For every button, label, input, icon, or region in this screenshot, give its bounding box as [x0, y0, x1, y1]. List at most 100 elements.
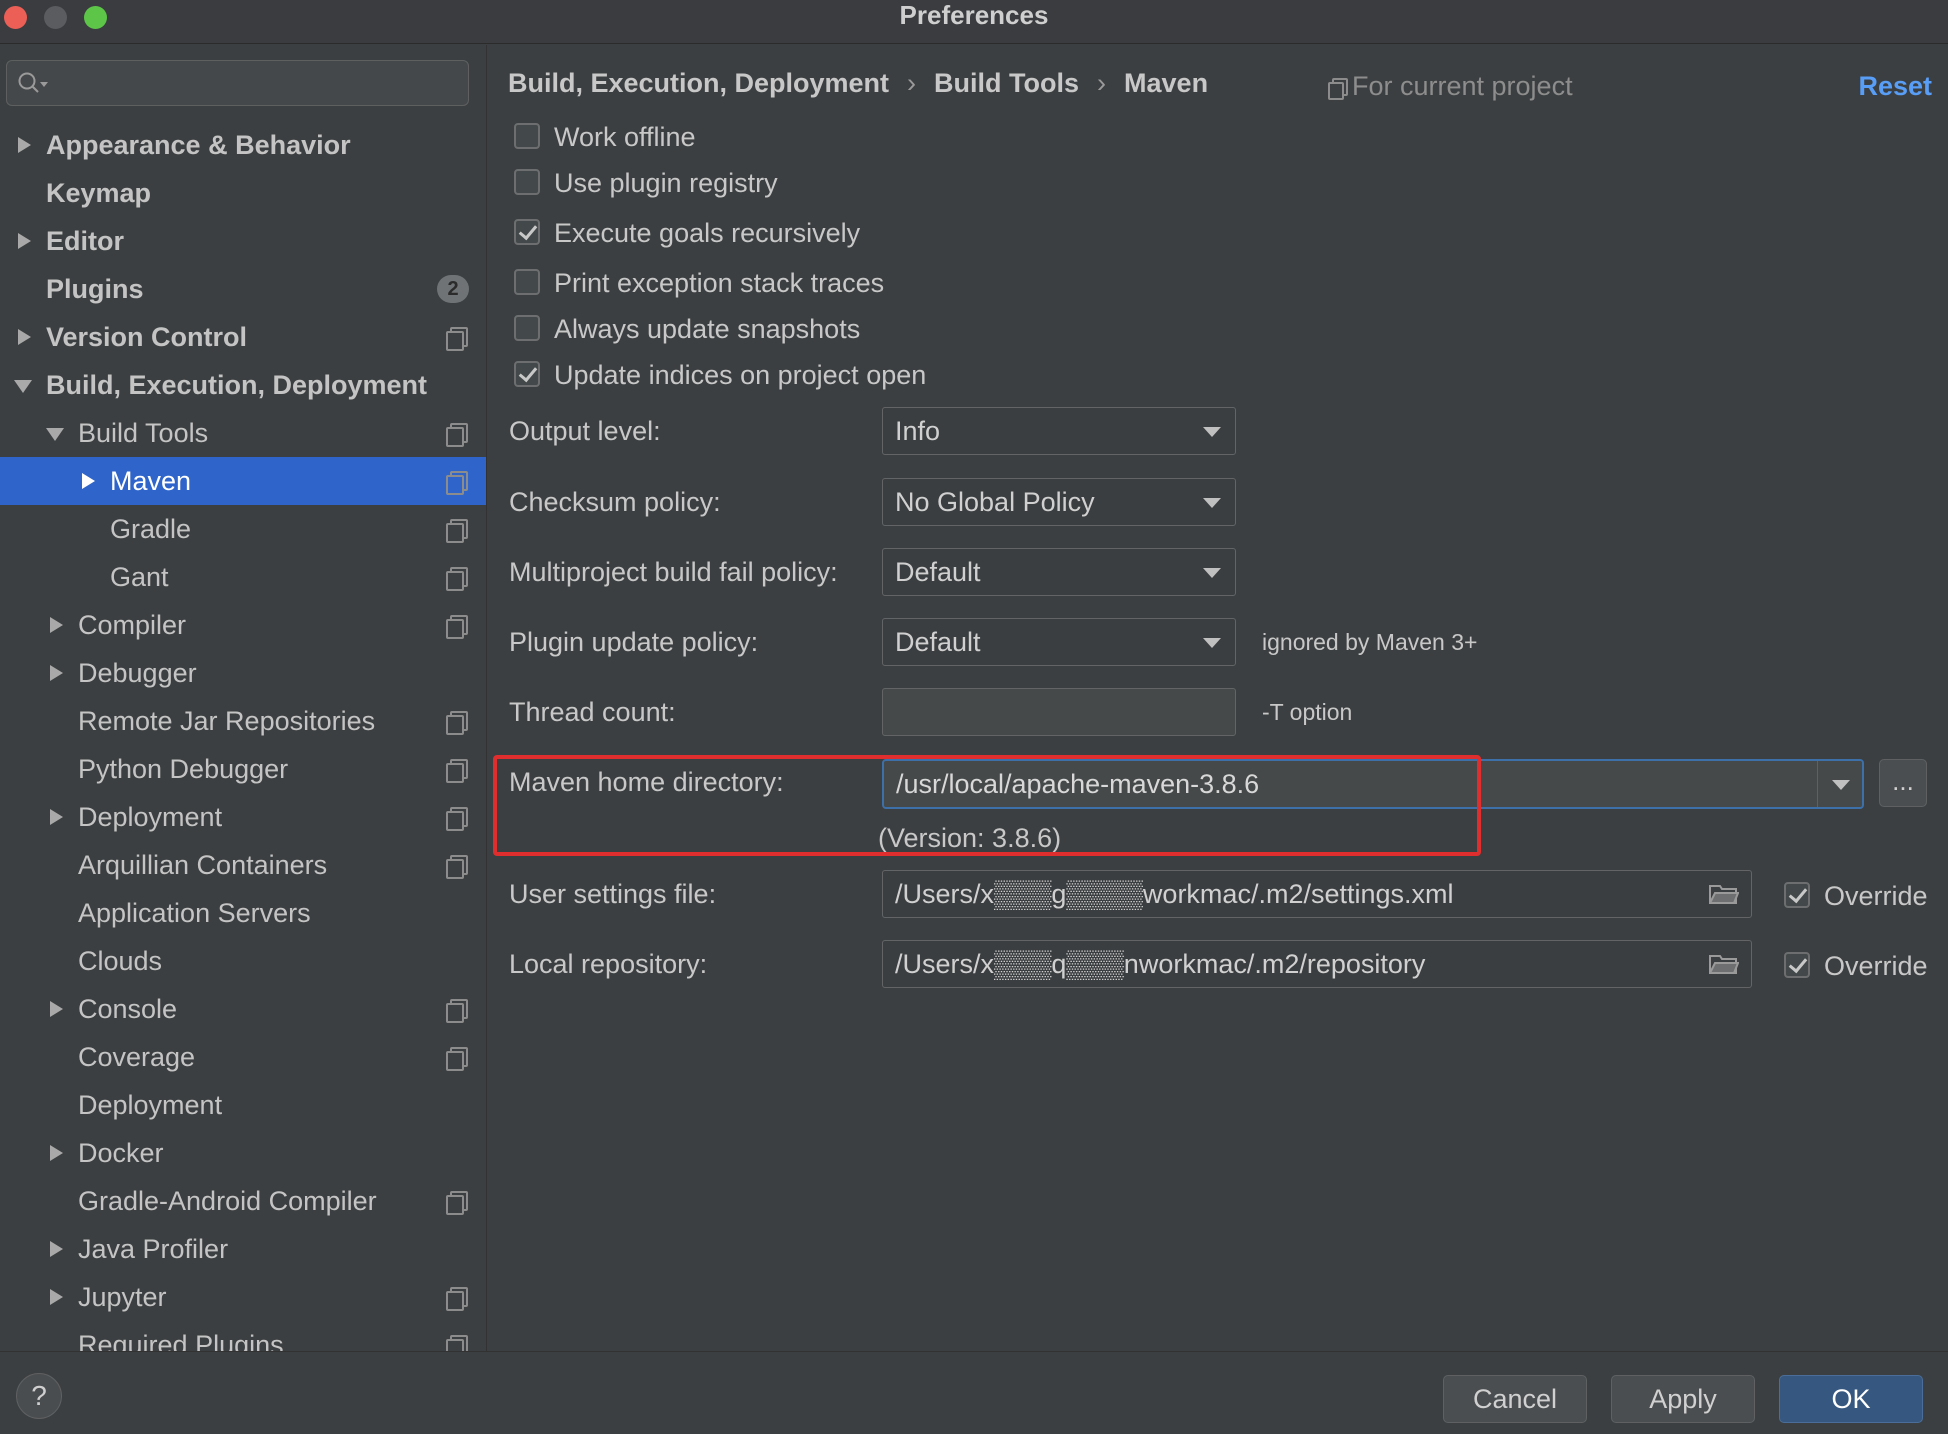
breadcrumb-build-execution[interactable]: Build, Execution, Deployment: [508, 68, 889, 98]
plugin-update-policy-select[interactable]: Default: [882, 618, 1236, 666]
window-title: Preferences: [899, 0, 1049, 30]
multiproject-policy-select[interactable]: Default: [882, 548, 1236, 596]
cancel-button[interactable]: Cancel: [1443, 1375, 1587, 1423]
chevron-right-icon[interactable]: [14, 313, 34, 361]
sidebar-item-keymap[interactable]: Keymap: [0, 169, 486, 217]
browse-maven-home-button[interactable]: ...: [1879, 759, 1927, 807]
update-indices-checkbox[interactable]: [514, 361, 540, 387]
sidebar-item-java-profiler[interactable]: Java Profiler: [0, 1225, 486, 1273]
chevron-down-icon[interactable]: [1832, 780, 1850, 790]
sidebar-item-debugger[interactable]: Debugger: [0, 649, 486, 697]
project-scope-icon: [446, 1191, 468, 1215]
stack-traces-label: Print exception stack traces: [554, 268, 885, 298]
folder-icon[interactable]: [1709, 883, 1739, 905]
chevron-down-icon[interactable]: [46, 409, 66, 457]
recursive-label: Execute goals recursively: [554, 218, 861, 248]
sidebar-item-label: Arquillian Containers: [78, 850, 328, 880]
local-repository-override-label: Override: [1824, 951, 1928, 981]
combo-divider: [1817, 761, 1818, 807]
breadcrumb: Build, Execution, Deployment › Build Tools…: [508, 58, 1208, 108]
sidebar-item-label: Console: [78, 994, 178, 1024]
chevron-right-icon[interactable]: [46, 601, 66, 649]
sidebar-item-jupyter[interactable]: Jupyter: [0, 1273, 486, 1321]
sidebar-item-appearance-behavior[interactable]: Appearance & Behavior: [0, 121, 486, 169]
sidebar-item-deployment[interactable]: Deployment: [0, 1081, 486, 1129]
plugin-registry-label: Use plugin registry: [554, 168, 778, 198]
user-settings-value: /Users/x▒▒▒g▒▒▒▒workmac/.m2/settings.xml: [895, 879, 1454, 909]
sidebar-item-label: Gradle-Android Compiler: [78, 1186, 377, 1216]
sidebar-item-label: Compiler: [78, 610, 187, 640]
apply-button[interactable]: Apply: [1611, 1375, 1755, 1423]
sidebar-item-gant[interactable]: Gant: [0, 553, 486, 601]
sidebar-item-build-execution-deployment[interactable]: Build, Execution, Deployment: [0, 361, 486, 409]
sidebar-item-application-servers[interactable]: Application Servers: [0, 889, 486, 937]
local-repository-value: /Users/x▒▒▒q▒▒▒nworkmac/.m2/repository: [895, 949, 1426, 979]
sidebar-item-build-tools[interactable]: Build Tools: [0, 409, 486, 457]
chevron-down-icon[interactable]: [14, 361, 34, 409]
local-repository-input[interactable]: /Users/x▒▒▒q▒▒▒nworkmac/.m2/repository: [882, 940, 1752, 988]
output-level-select[interactable]: Info: [882, 407, 1236, 455]
sidebar-item-maven[interactable]: Maven: [0, 457, 486, 505]
project-scope-icon: [446, 567, 468, 591]
sidebar-item-label: Clouds: [78, 946, 163, 976]
chevron-right-icon[interactable]: [46, 649, 66, 697]
sidebar-item-coverage[interactable]: Coverage: [0, 1033, 486, 1081]
breadcrumb-separator: ›: [907, 68, 917, 98]
stack-traces-checkbox[interactable]: [514, 269, 540, 295]
local-repository-override-checkbox[interactable]: [1784, 952, 1810, 978]
update-snapshots-checkbox[interactable]: [514, 315, 540, 341]
sidebar-item-label: Jupyter: [78, 1282, 167, 1312]
sidebar-item-label: Python Debugger: [78, 754, 289, 784]
chevron-right-icon[interactable]: [46, 1225, 66, 1273]
ok-button[interactable]: OK: [1779, 1375, 1923, 1423]
folder-icon[interactable]: [1709, 953, 1739, 975]
sidebar-item-deployment[interactable]: Deployment: [0, 793, 486, 841]
settings-tree: Appearance & Behavior Keymap Editor Plugins…: [0, 121, 486, 1351]
update-indices-label: Update indices on project open: [554, 360, 927, 390]
sidebar-item-remote-jar-repositories[interactable]: Remote Jar Repositories: [0, 697, 486, 745]
recursive-checkbox[interactable]: [514, 219, 540, 245]
sidebar-item-label: Version Control: [46, 322, 248, 352]
sidebar-item-required-plugins[interactable]: Required Plugins: [0, 1321, 486, 1351]
chevron-right-icon[interactable]: [78, 457, 98, 505]
work-offline-label: Work offline: [554, 122, 696, 152]
sidebar-item-label: Coverage: [78, 1042, 196, 1072]
sidebar-item-label: Application Servers: [78, 898, 311, 928]
project-scope-icon: [446, 519, 468, 543]
user-settings-override-checkbox[interactable]: [1784, 882, 1810, 908]
breadcrumb-build-tools[interactable]: Build Tools: [934, 68, 1079, 98]
plugin-registry-checkbox[interactable]: [514, 169, 540, 195]
chevron-down-icon: [1203, 568, 1221, 578]
sidebar-item-arquillian-containers[interactable]: Arquillian Containers: [0, 841, 486, 889]
sidebar-item-clouds[interactable]: Clouds: [0, 937, 486, 985]
chevron-right-icon[interactable]: [46, 1273, 66, 1321]
breadcrumb-maven: Maven: [1124, 68, 1209, 98]
chevron-right-icon[interactable]: [46, 985, 66, 1033]
chevron-right-icon[interactable]: [14, 121, 34, 169]
sidebar-item-plugins[interactable]: Plugins 2: [0, 265, 486, 313]
search-input[interactable]: [6, 60, 469, 106]
sidebar-item-python-debugger[interactable]: Python Debugger: [0, 745, 486, 793]
sidebar-item-gradle-android-compiler[interactable]: Gradle-Android Compiler: [0, 1177, 486, 1225]
project-scope-icon: [1328, 78, 1348, 100]
annotation-highlight-box: [493, 755, 1481, 856]
reset-link[interactable]: Reset: [1858, 63, 1932, 109]
sidebar-item-label: Java Profiler: [78, 1234, 229, 1264]
sidebar-item-console[interactable]: Console: [0, 985, 486, 1033]
sidebar-item-editor[interactable]: Editor: [0, 217, 486, 265]
chevron-right-icon[interactable]: [46, 1129, 66, 1177]
thread-count-input[interactable]: [882, 688, 1236, 736]
sidebar-item-docker[interactable]: Docker: [0, 1129, 486, 1177]
chevron-right-icon[interactable]: [14, 217, 34, 265]
sidebar-item-version-control[interactable]: Version Control: [0, 313, 486, 361]
user-settings-input[interactable]: /Users/x▒▒▒g▒▒▒▒workmac/.m2/settings.xml: [882, 870, 1752, 918]
update-count-badge: 2: [437, 275, 469, 303]
sidebar-item-compiler[interactable]: Compiler: [0, 601, 486, 649]
work-offline-checkbox[interactable]: [514, 123, 540, 149]
project-scope-icon: [446, 759, 468, 783]
chevron-right-icon[interactable]: [46, 793, 66, 841]
dialog-footer: ? Cancel Apply OK: [0, 1351, 1948, 1434]
help-button[interactable]: ?: [16, 1373, 62, 1419]
checksum-policy-select[interactable]: No Global Policy: [882, 478, 1236, 526]
sidebar-item-gradle[interactable]: Gradle: [0, 505, 486, 553]
